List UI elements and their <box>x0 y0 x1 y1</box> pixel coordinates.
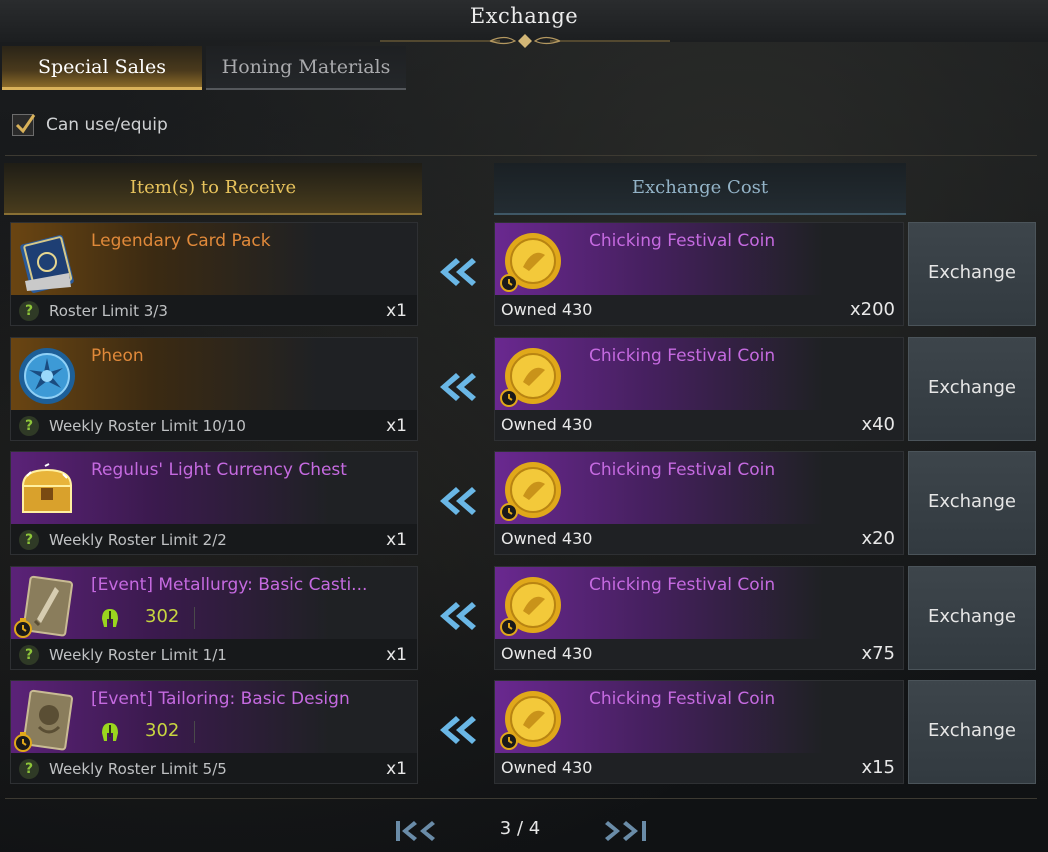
double-chevron-left-icon <box>440 373 476 401</box>
festival-coin-icon <box>500 462 561 521</box>
cost-quantity: x20 <box>861 528 895 549</box>
divider-bottom <box>5 798 1037 799</box>
can-use-label: Can use/equip <box>46 115 168 135</box>
pheon-icon <box>19 348 75 404</box>
cost-item-name: Chicking Festival Coin <box>589 575 776 595</box>
column-header-receive: Item(s) to Receive <box>4 163 422 215</box>
cost-item-card[interactable]: Chicking Festival Coin Owned 430 x15 <box>494 680 904 784</box>
cost-item-name: Chicking Festival Coin <box>589 460 776 480</box>
owned-amount: Owned 430 <box>501 758 593 777</box>
cost-item-name: Chicking Festival Coin <box>589 231 776 251</box>
cost-item-card[interactable]: Chicking Festival Coin Owned 430 x75 <box>494 566 904 670</box>
tab-special-sales[interactable]: Special Sales <box>2 46 202 90</box>
purchase-limit: Weekly Roster Limit 1/1 <box>49 646 227 664</box>
cost-item-name: Chicking Festival Coin <box>589 346 776 366</box>
divider-top <box>5 155 1037 156</box>
festival-coin-icon <box>500 233 561 292</box>
first-page-button[interactable] <box>394 818 438 844</box>
reward-item-name: Pheon <box>91 346 144 366</box>
window-title: Exchange <box>469 4 579 28</box>
helmet-requirement-icon <box>102 609 118 627</box>
owned-amount: Owned 430 <box>501 300 593 319</box>
cost-item-card[interactable]: Chicking Festival Coin Owned 430 x20 <box>494 451 904 555</box>
purchase-limit: Roster Limit 3/3 <box>49 302 168 320</box>
reward-item-card[interactable]: [Event] Metallurgy: Basic Casti... 302 ?… <box>10 566 418 670</box>
double-chevron-left-icon <box>440 602 476 630</box>
reward-item-card[interactable]: [Event] Tailoring: Basic Design 302 ? We… <box>10 680 418 784</box>
reward-item-name: Legendary Card Pack <box>91 231 271 251</box>
help-icon[interactable]: ? <box>19 645 39 665</box>
festival-coin-icon <box>500 577 561 636</box>
exchange-row: Regulus' Light Currency Chest ? Weekly R… <box>0 451 1048 555</box>
reward-quantity: x1 <box>386 416 407 436</box>
can-use-checkbox[interactable] <box>12 114 36 136</box>
owned-amount: Owned 430 <box>501 644 593 663</box>
timer-icon <box>14 732 32 752</box>
cost-item-card[interactable]: Chicking Festival Coin Owned 430 x200 <box>494 222 904 326</box>
festival-coin-icon <box>500 691 561 750</box>
owned-amount: Owned 430 <box>501 415 593 434</box>
exchange-button[interactable]: Exchange <box>908 337 1036 441</box>
help-icon[interactable]: ? <box>19 301 39 321</box>
exchange-button[interactable]: Exchange <box>908 451 1036 555</box>
festival-coin-icon <box>500 348 561 407</box>
tab-honing-materials[interactable]: Honing Materials <box>206 46 406 90</box>
exchange-row: [Event] Tailoring: Basic Design 302 ? We… <box>0 680 1048 784</box>
card-pack-icon <box>20 235 74 293</box>
column-header-cost: Exchange Cost <box>494 163 906 215</box>
cost-item-name: Chicking Festival Coin <box>589 689 776 709</box>
exchange-button[interactable]: Exchange <box>908 680 1036 784</box>
exchange-button[interactable]: Exchange <box>908 222 1036 326</box>
double-chevron-left-icon <box>440 716 476 744</box>
purchase-limit: Weekly Roster Limit 10/10 <box>49 417 246 435</box>
requirement-value: 302 <box>145 606 180 627</box>
cost-quantity: x75 <box>861 643 895 664</box>
exchange-row: Legendary Card Pack ? Roster Limit 3/3 x… <box>0 222 1048 326</box>
reward-item-card[interactable]: Legendary Card Pack ? Roster Limit 3/3 x… <box>10 222 418 326</box>
helmet-requirement-icon <box>102 723 118 741</box>
reward-quantity: x1 <box>386 301 407 321</box>
help-icon[interactable]: ? <box>19 416 39 436</box>
title-ornament <box>380 34 670 48</box>
cost-item-card[interactable]: Chicking Festival Coin Owned 430 x40 <box>494 337 904 441</box>
reward-quantity: x1 <box>386 645 407 665</box>
timer-icon <box>14 618 32 638</box>
double-chevron-left-icon <box>440 487 476 515</box>
cost-quantity: x200 <box>849 299 895 320</box>
can-use-filter[interactable]: Can use/equip <box>12 112 168 138</box>
treasure-chest-icon <box>21 463 73 513</box>
reward-item-name: [Event] Tailoring: Basic Design <box>91 689 350 709</box>
reward-item-name: Regulus' Light Currency Chest <box>91 460 347 480</box>
last-page-button[interactable] <box>604 818 648 844</box>
reward-quantity: x1 <box>386 759 407 779</box>
exchange-row: Pheon ? Weekly Roster Limit 10/10 x1 Chi… <box>0 337 1048 441</box>
checkmark-icon <box>15 114 36 134</box>
exchange-button[interactable]: Exchange <box>908 566 1036 670</box>
requirement-value: 302 <box>145 720 180 741</box>
help-icon[interactable]: ? <box>19 530 39 550</box>
page-indicator: 3 / 4 <box>499 818 541 839</box>
purchase-limit: Weekly Roster Limit 2/2 <box>49 531 227 549</box>
exchange-row: [Event] Metallurgy: Basic Casti... 302 ?… <box>0 566 1048 670</box>
help-icon[interactable]: ? <box>19 759 39 779</box>
owned-amount: Owned 430 <box>501 529 593 548</box>
reward-quantity: x1 <box>386 530 407 550</box>
reward-item-name: [Event] Metallurgy: Basic Casti... <box>91 575 368 595</box>
reward-item-card[interactable]: Pheon ? Weekly Roster Limit 10/10 x1 <box>10 337 418 441</box>
cost-quantity: x15 <box>861 757 895 778</box>
double-chevron-left-icon <box>440 258 476 286</box>
cost-quantity: x40 <box>861 414 895 435</box>
purchase-limit: Weekly Roster Limit 5/5 <box>49 760 227 778</box>
reward-item-card[interactable]: Regulus' Light Currency Chest ? Weekly R… <box>10 451 418 555</box>
